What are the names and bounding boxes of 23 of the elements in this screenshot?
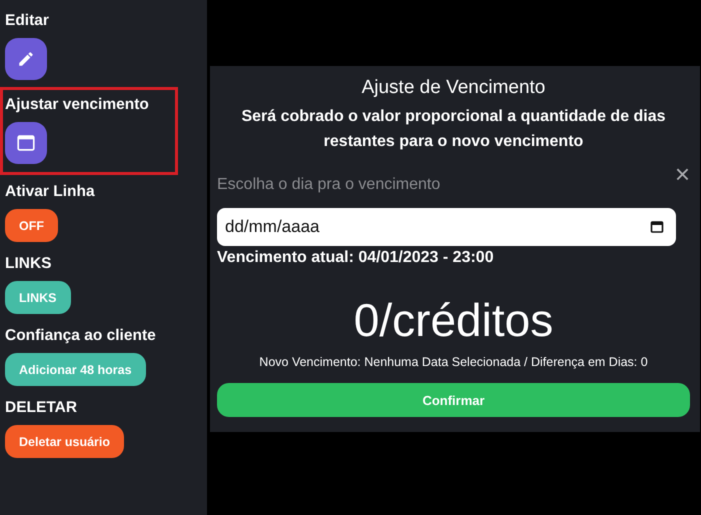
section-title: Ativar Linha [5,183,95,201]
action-button[interactable]: Deletar usuário [5,425,124,458]
action-button[interactable]: LINKS [5,281,70,314]
summary-text: Novo Vencimento: Nenhuma Data Selecionada / Diferença em Dias: 0 [259,355,648,369]
date-field[interactable]: dd/mm/aaaa [217,208,676,246]
modal-subtitle: Será cobrado o valor proporcional a quantidade de dias restantes para o novo vencimento [240,107,667,152]
edit-button[interactable] [5,38,47,80]
section-title: Confiança ao cliente [5,327,156,345]
section-title: Editar [5,12,49,30]
calendar-button[interactable] [5,122,47,164]
modal-title: Ajuste de Vencimento [362,76,546,100]
close-button[interactable]: × [674,164,690,184]
confirm-button[interactable]: Confirmar [217,383,690,417]
section-title: LINKS [5,255,52,273]
action-button[interactable]: OFF [5,209,58,242]
section-title: Ajustar vencimento [5,96,149,114]
calendar-icon[interactable] [650,220,664,234]
pencil-icon [17,50,35,68]
current-due-date: Vencimento atual: 04/01/2023 - 23:00 [217,249,494,267]
field-label: Escolha o dia pra o vencimento [217,176,440,194]
section-title: DELETAR [5,399,78,417]
credits-amount: 0/créditos [354,293,554,347]
action-button[interactable]: Adicionar 48 horas [5,353,146,386]
